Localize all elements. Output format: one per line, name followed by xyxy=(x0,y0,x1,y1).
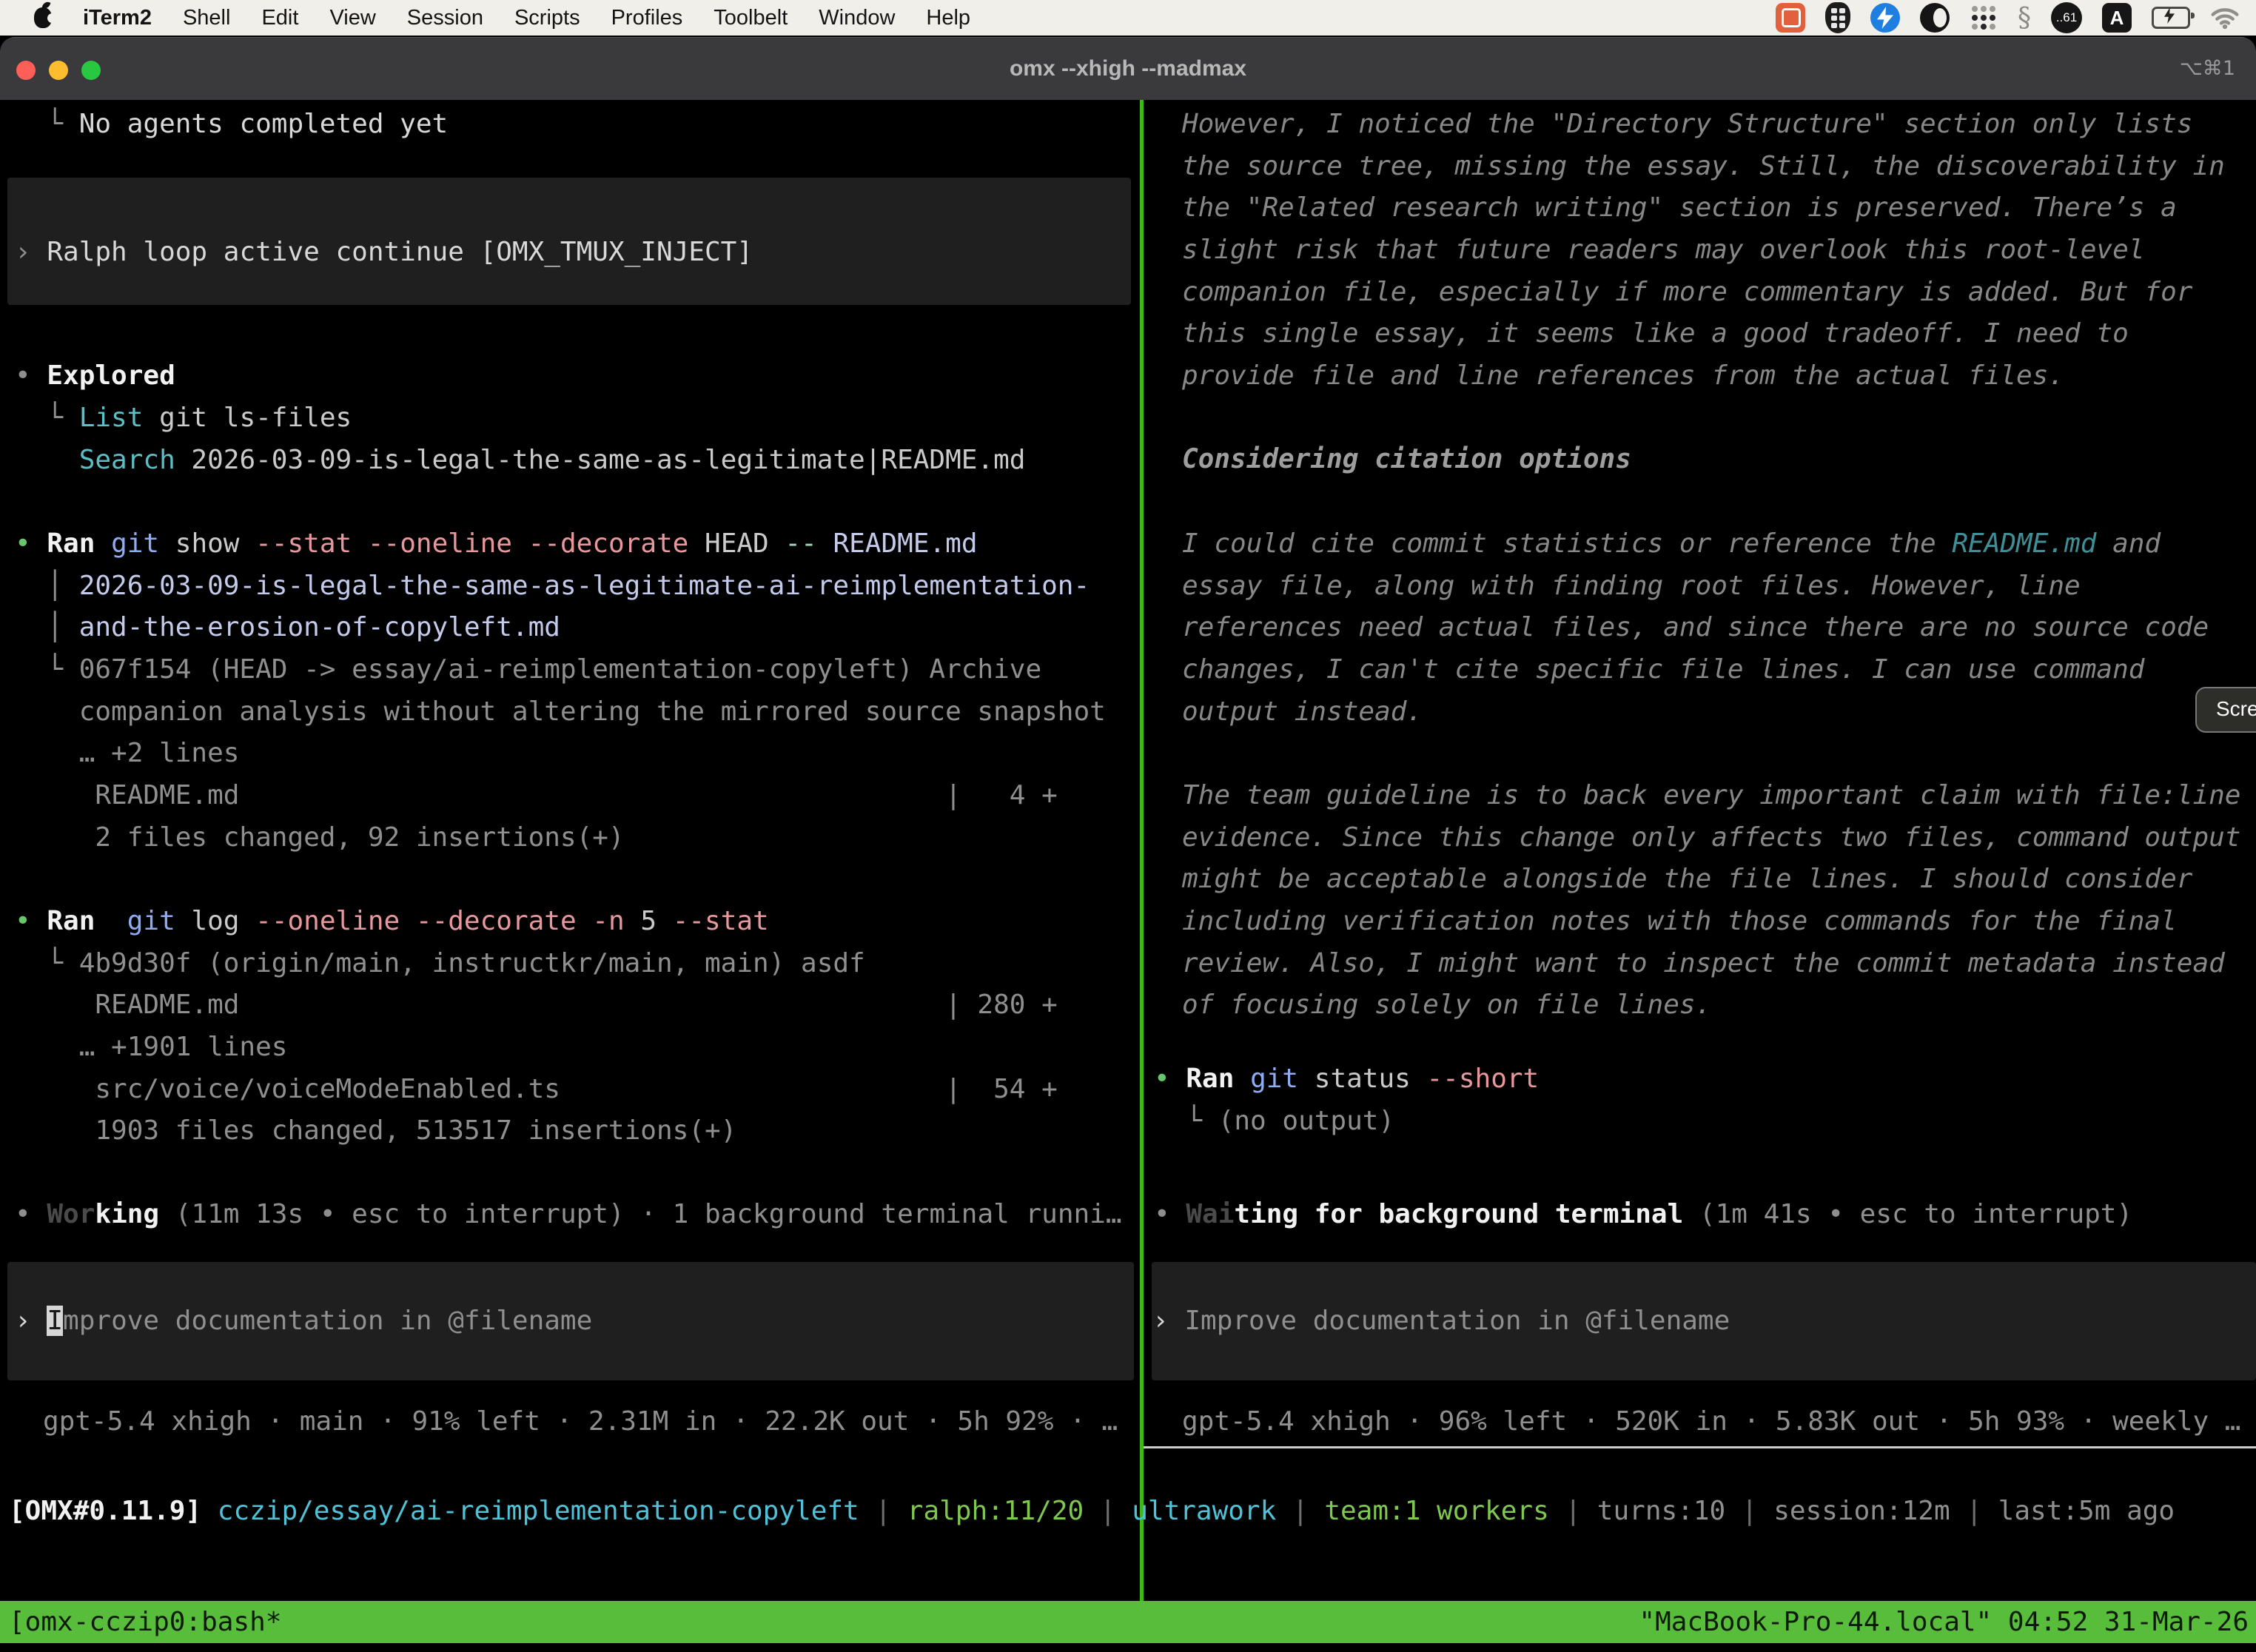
tmux-host-clock: "MacBook-Pro-44.local" 04:52 31-Mar-26 xyxy=(1639,1601,2256,1643)
menu-toolbelt[interactable]: Toolbelt xyxy=(714,6,788,30)
squiggle-icon[interactable]: § xyxy=(2018,3,2031,33)
terminal-line: 1903 files changed, 513517 insertions(+) xyxy=(15,1110,736,1152)
terminal-line: │ and-the-erosion-of-copyleft.md xyxy=(15,607,560,648)
terminal-line: • Waiting for background terminal (1m 41… xyxy=(1154,1194,2132,1235)
tmux-session-label: [omx-cczip0:bash* xyxy=(0,1601,281,1643)
right-pane-bottom-border xyxy=(1144,1446,2256,1448)
terminal-line: Search 2026-03-09-is-legal-the-same-as-l… xyxy=(15,440,1025,481)
thinking-heading: Considering citation options xyxy=(1182,439,1631,480)
terminal-line: I could cite commit statistics or refere… xyxy=(1182,523,2161,565)
terminal-line: src/voice/voiceModeEnabled.ts | 54 + xyxy=(15,1069,1058,1110)
badge-61-icon[interactable]: ..61 xyxy=(2051,2,2082,33)
terminal-line: this single essay, it seems like a good … xyxy=(1182,313,2129,355)
terminal-line: output instead. xyxy=(1182,691,1423,733)
terminal-line: the "Related research writing" section i… xyxy=(1182,187,2177,229)
menu-shell[interactable]: Shell xyxy=(183,6,231,30)
menu-view[interactable]: View xyxy=(329,6,375,30)
terminal-line: references need actual files, and since … xyxy=(1182,607,2209,648)
screen-indicator-tooltip: Scre xyxy=(2195,687,2256,733)
terminal-line: └ List git ls-files xyxy=(15,397,352,439)
battery-icon[interactable] xyxy=(2152,7,2190,29)
terminal-line: … +2 lines xyxy=(15,733,239,774)
terminal-line: README.md | 280 + xyxy=(15,984,1058,1026)
menu-edit[interactable]: Edit xyxy=(261,6,298,30)
terminal-content: Scre └ No agents completed yet › Ralph lo… xyxy=(0,37,2256,1652)
terminal-line: companion analysis without altering the … xyxy=(15,691,1106,733)
tmux-status-bar: [omx-cczip0:bash* "MacBook-Pro-44.local"… xyxy=(0,1601,2256,1643)
terminal-line: └ (no output) xyxy=(1154,1101,1394,1142)
pane-divider[interactable] xyxy=(1140,100,1144,1601)
terminal-line: │ 2026-03-09-is-legal-the-same-as-legiti… xyxy=(15,565,1090,607)
right-status-line: gpt-5.4 xhigh · 96% left · 520K in · 5.8… xyxy=(1182,1401,2240,1443)
terminal-line: evidence. Since this change only affects… xyxy=(1182,817,2240,859)
menu-window[interactable]: Window xyxy=(819,6,895,30)
apple-menu-icon[interactable] xyxy=(34,7,52,28)
terminal-line: └ 4b9d30f (origin/main, instructkr/main,… xyxy=(15,943,865,984)
iterm-window: omx --xhigh --madmax ⌥⌘1 Scre └ No agent… xyxy=(0,37,2256,1652)
wifi-icon[interactable] xyxy=(2210,6,2240,30)
terminal-line: • Working (11m 13s • esc to interrupt) ·… xyxy=(15,1194,1122,1235)
right-input-line: › Improve documentation in @filename xyxy=(1152,1300,1730,1342)
menu-help[interactable]: Help xyxy=(926,6,970,30)
terminal-line: provide file and line references from th… xyxy=(1182,355,2064,397)
terminal-line: … +1901 lines xyxy=(15,1027,287,1068)
terminal-line: However, I noticed the "Directory Struct… xyxy=(1182,104,2192,145)
menubar: iTerm2 Shell Edit View Session Scripts P… xyxy=(0,0,2256,36)
ralph-loop-line: › Ralph loop active continue [OMX_TMUX_I… xyxy=(15,232,753,273)
terminal-line: review. Also, I might want to inspect th… xyxy=(1182,943,2225,984)
menu-profiles[interactable]: Profiles xyxy=(611,6,683,30)
chat-app-icon[interactable] xyxy=(1776,3,1805,33)
bolt-badge-icon[interactable] xyxy=(1870,3,1900,33)
terminal-line: of focusing solely on file lines. xyxy=(1182,984,1711,1026)
crescent-circle-icon[interactable] xyxy=(1920,3,1950,33)
screen: { "colors":{"divider_green":"#3cb914","t… xyxy=(0,0,2256,1652)
terminal-line: changes, I can't cite specific file line… xyxy=(1182,649,2144,691)
terminal-line: README.md | 4 + xyxy=(15,775,1058,816)
left-status-line: gpt-5.4 xhigh · main · 91% left · 2.31M … xyxy=(43,1401,1118,1443)
left-input-line: › Improve documentation in @filename xyxy=(15,1300,592,1342)
terminal-line: └ 067f154 (HEAD -> essay/ai-reimplementa… xyxy=(15,649,1041,691)
terminal-line: companion file, especially if more comme… xyxy=(1182,272,2192,313)
terminal-line: The team guideline is to back every impo… xyxy=(1182,775,2240,816)
terminal-line: 2 files changed, 92 insertions(+) xyxy=(15,817,625,859)
dots-grid-icon[interactable] xyxy=(1970,4,1998,32)
terminal-line: might be acceptable alongside the file l… xyxy=(1182,859,2192,900)
omx-status-bar: [OMX#0.11.9] cczip/essay/ai-reimplementa… xyxy=(9,1491,2175,1532)
menu-scripts[interactable]: Scripts xyxy=(514,6,580,30)
terminal-line: including verification notes with those … xyxy=(1182,901,2177,942)
terminal-line: the source tree, missing the essay. Stil… xyxy=(1182,146,2225,187)
terminal-line: └ No agents completed yet xyxy=(15,104,448,145)
terminal-line: essay file, along with finding root file… xyxy=(1182,565,2081,607)
keypad-shield-icon[interactable] xyxy=(1825,2,1850,33)
terminal-line: • Explored xyxy=(15,355,175,397)
menu-app-name[interactable]: iTerm2 xyxy=(83,6,152,30)
terminal-line: slight risk that future readers may over… xyxy=(1182,229,2144,271)
terminal-line: • Ran git show --stat --oneline --decora… xyxy=(15,523,978,565)
terminal-line: • Ran git log --oneline --decorate -n 5 … xyxy=(15,901,769,942)
menu-session[interactable]: Session xyxy=(407,6,483,30)
terminal-line: • Ran git status --short xyxy=(1154,1058,1539,1100)
a-square-icon[interactable]: A xyxy=(2102,3,2132,33)
